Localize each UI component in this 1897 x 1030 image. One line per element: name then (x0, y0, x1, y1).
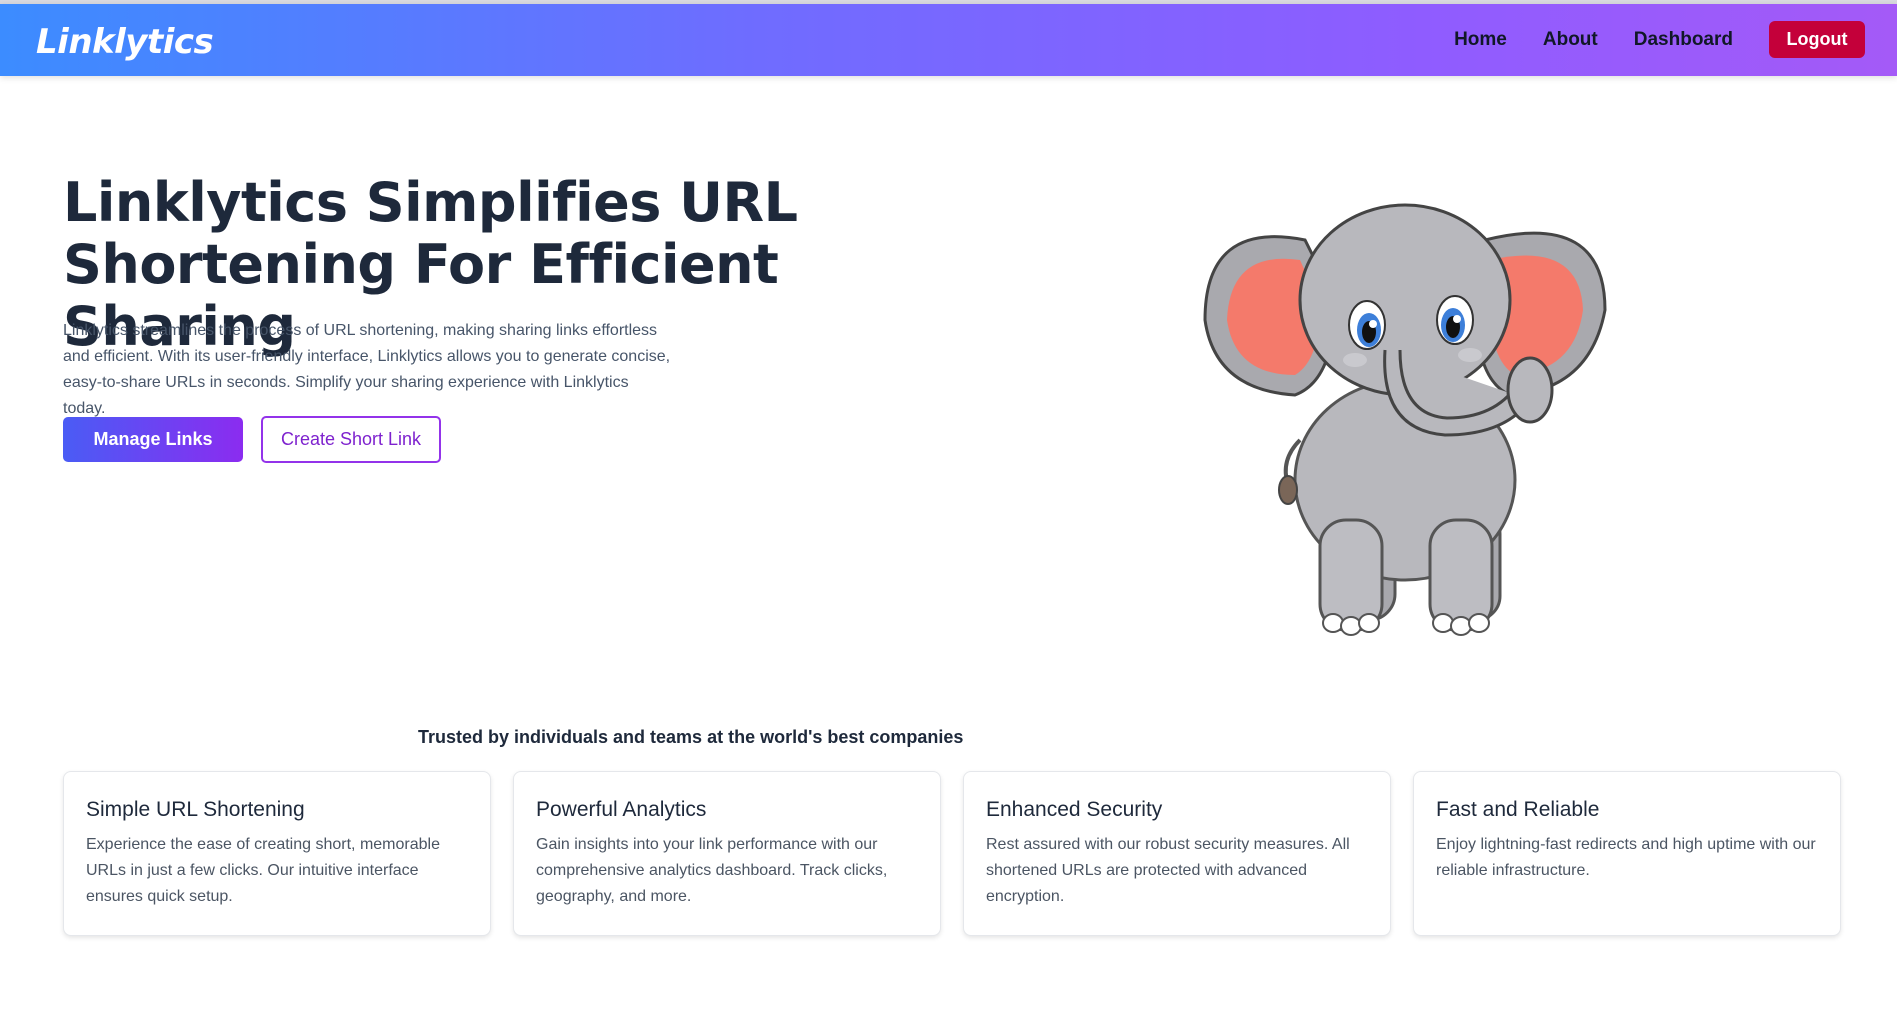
elephant-illustration (1203, 203, 1607, 636)
feature-description: Rest assured with our robust security me… (986, 836, 1350, 905)
trusted-by-text: Trusted by individuals and teams at the … (418, 727, 964, 747)
manage-links-button[interactable]: Manage Links (63, 417, 243, 462)
navbar: Linklytics Home About Dashboard Logout (0, 4, 1897, 76)
feature-title: Enhanced Security (986, 798, 1163, 821)
feature-description: Gain insights into your link performance… (536, 836, 888, 905)
feature-title: Powerful Analytics (536, 798, 707, 821)
hero-description: Linklytics streamlines the process of UR… (63, 322, 671, 417)
hero-title-line-1: Linklytics Simplifies URL (63, 171, 798, 234)
nav-home-link[interactable]: Home (1454, 29, 1507, 51)
create-short-link-button[interactable]: Create Short Link (261, 416, 441, 463)
nav-links: Home About Dashboard Logout (1454, 21, 1865, 58)
feature-card: Powerful Analytics Gain insights into yo… (513, 771, 941, 936)
feature-card: Fast and Reliable Enjoy lightning-fast r… (1413, 771, 1841, 936)
feature-description: Enjoy lightning-fast redirects and high … (1436, 836, 1816, 879)
feature-title: Fast and Reliable (1436, 798, 1600, 821)
feature-card: Enhanced Security Rest assured with our … (963, 771, 1391, 936)
feature-card: Simple URL Shortening Experience the eas… (63, 771, 491, 936)
logout-button[interactable]: Logout (1769, 21, 1865, 58)
feature-description: Experience the ease of creating short, m… (86, 836, 440, 905)
nav-about-link[interactable]: About (1543, 29, 1598, 51)
nav-dashboard-link[interactable]: Dashboard (1634, 29, 1733, 51)
features-section: Simple URL Shortening Experience the eas… (63, 771, 1841, 936)
brand-logo[interactable]: Linklytics (36, 22, 214, 62)
feature-title: Simple URL Shortening (86, 798, 305, 821)
